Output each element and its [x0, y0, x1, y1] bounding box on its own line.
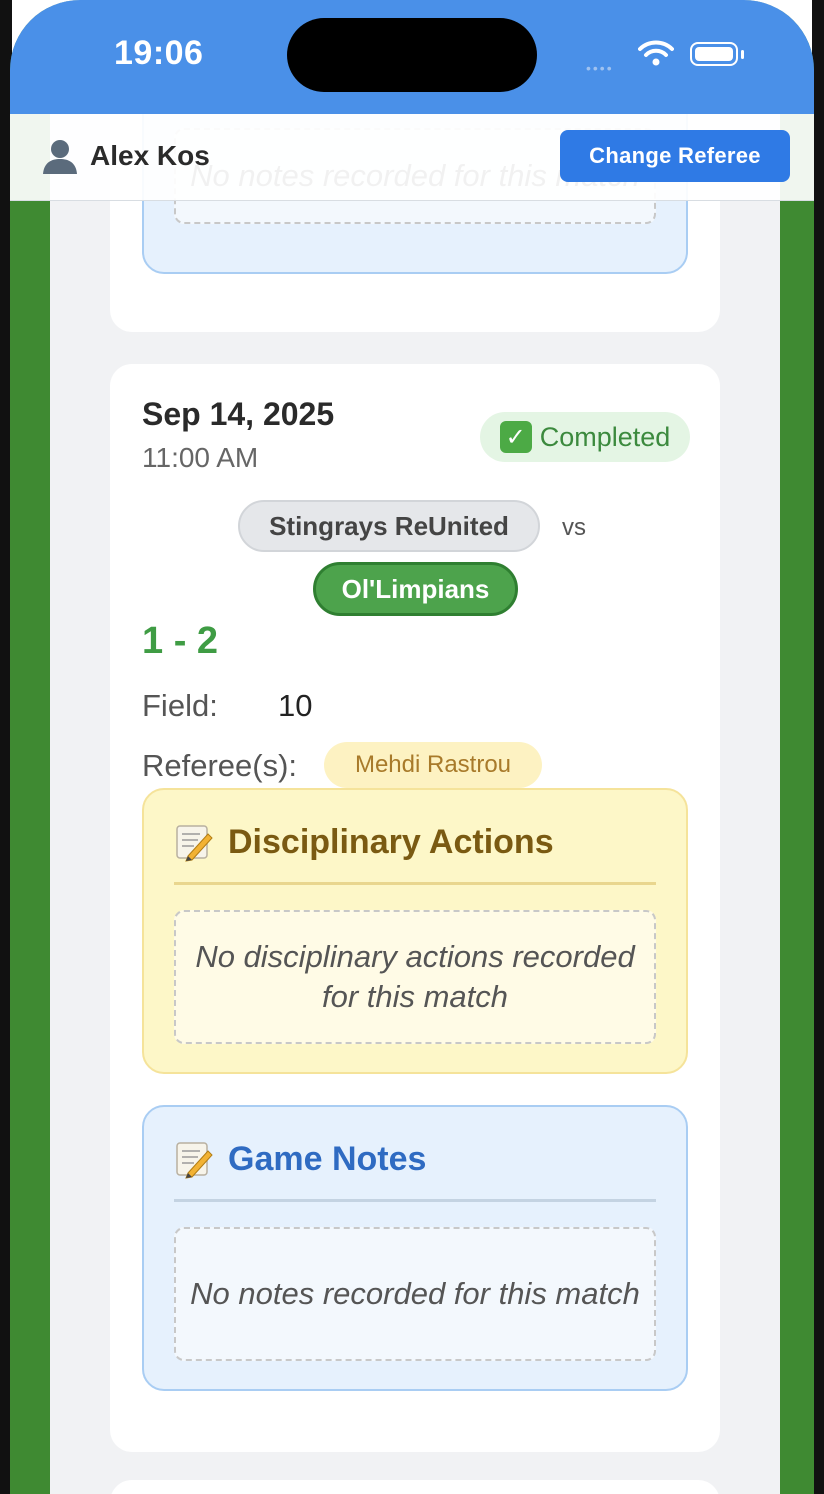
screen: No notes recorded for this match Sep 14,…	[10, 0, 814, 1494]
referee-badge: Mehdi Rastrou	[324, 742, 542, 788]
memo-icon	[176, 825, 213, 862]
match-date: Sep 14, 2025	[142, 396, 335, 432]
current-referee-name: Alex Kos	[90, 140, 210, 171]
status-time: 19:06	[114, 34, 204, 72]
game-notes-divider	[174, 1199, 656, 1202]
status-bar: 19:06 ••••	[10, 0, 814, 114]
match-score: 1 - 2	[142, 620, 219, 662]
home-team-chip: Stingrays ReUnited	[238, 500, 540, 552]
match-list[interactable]: No notes recorded for this match Sep 14,…	[50, 0, 780, 1494]
dynamic-island	[287, 18, 537, 92]
check-icon: ✓	[499, 421, 532, 453]
disciplinary-title: Disciplinary Actions	[228, 822, 554, 861]
status-badge: ✓ Completed	[480, 412, 690, 462]
signal-icon: ••••	[586, 60, 614, 76]
battery-nub	[741, 50, 744, 59]
game-notes-section: Game Notes No notes recorded for this ma…	[142, 1105, 688, 1391]
phone-frame: No notes recorded for this match Sep 14,…	[0, 0, 824, 1494]
user-icon	[43, 140, 77, 174]
disciplinary-header: Disciplinary Actions	[174, 822, 554, 862]
game-notes-title: Game Notes	[228, 1139, 427, 1178]
vs-label: vs	[562, 514, 586, 541]
status-label: Completed	[539, 421, 671, 452]
field-label: Field:	[142, 688, 218, 723]
match-time: 11:00 AM	[142, 442, 259, 473]
wifi-icon	[638, 40, 674, 66]
notes-empty-message: No notes recorded for this match	[174, 1227, 656, 1361]
memo-icon	[176, 1142, 213, 1179]
disciplinary-empty-message: No disciplinary actions recorded for thi…	[174, 910, 656, 1044]
field-value: 10	[278, 688, 313, 723]
disciplinary-section: Disciplinary Actions No disciplinary act…	[142, 788, 688, 1074]
disciplinary-divider	[174, 882, 656, 885]
referee-bar: Alex Kos Change Referee	[10, 114, 814, 201]
battery-icon	[690, 42, 738, 66]
change-referee-button[interactable]: Change Referee	[560, 130, 790, 182]
match-card: Sep 14, 2025 11:00 AM ✓ Completed Stingr…	[110, 364, 720, 1452]
game-notes-header: Game Notes	[174, 1139, 426, 1179]
away-team-chip-winner: Ol'Limpians	[313, 562, 518, 616]
referee-label: Referee(s):	[142, 748, 298, 783]
match-card-next	[110, 1480, 720, 1494]
